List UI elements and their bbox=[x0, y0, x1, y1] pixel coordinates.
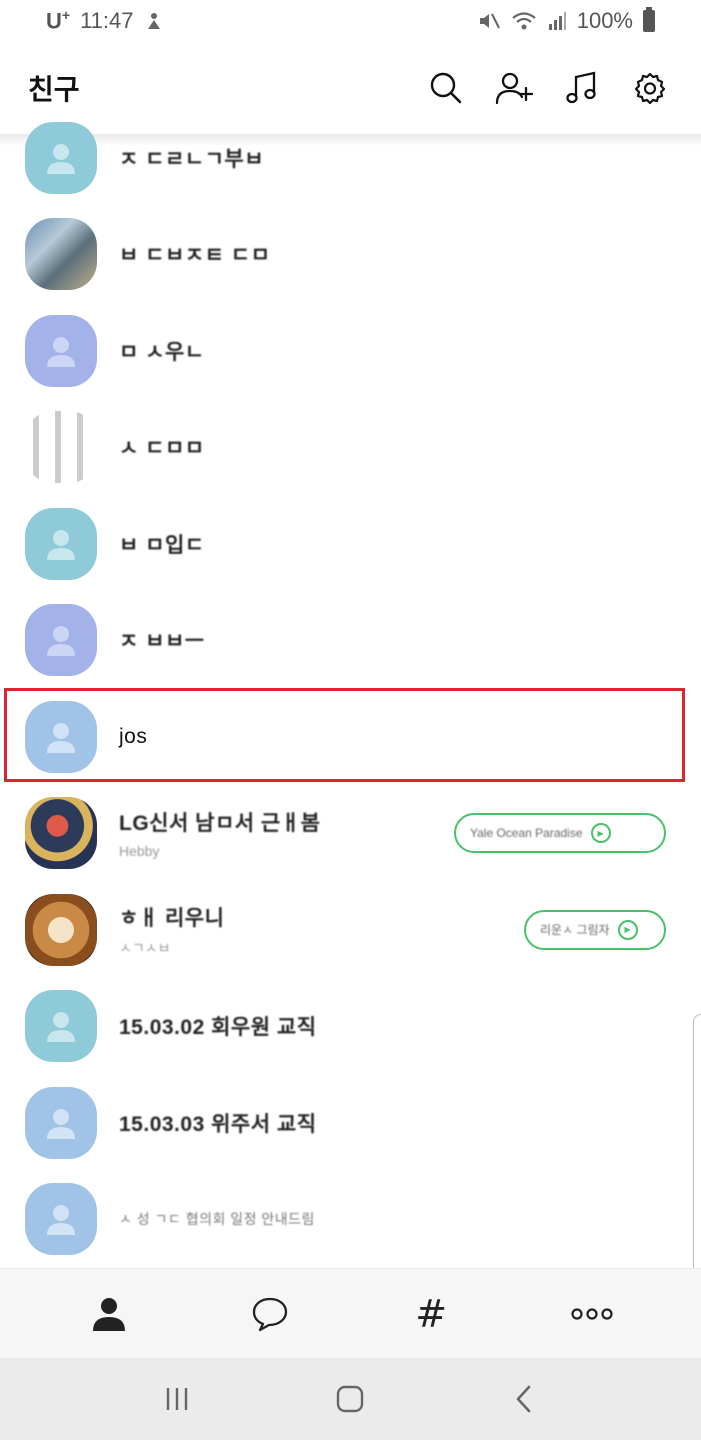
avatar bbox=[25, 507, 97, 580]
home-button[interactable] bbox=[320, 1369, 380, 1429]
default-profile-icon bbox=[47, 144, 75, 174]
friend-name: ㅂ ㄷㅂㅈㅌ ㄷㅁ bbox=[119, 244, 271, 268]
person-icon bbox=[92, 1297, 125, 1331]
avatar bbox=[25, 122, 97, 194]
search-icon bbox=[430, 72, 462, 104]
friend-status-message: ㅅㄱㅅㅂ bbox=[119, 939, 171, 956]
friend-name: ㅈ ㄷㄹㄴㄱ부ㅂ bbox=[119, 148, 265, 171]
friend-row[interactable]: ㅁ ㅅ우ㄴ bbox=[0, 303, 701, 400]
add-friend-button[interactable] bbox=[495, 69, 533, 107]
avatar bbox=[25, 797, 97, 870]
signal-icon bbox=[548, 12, 566, 30]
friend-status-message: Hebby bbox=[119, 843, 160, 860]
friend-name: ㅂ ㅁ입ㄷ bbox=[119, 533, 205, 557]
battery-icon bbox=[643, 7, 655, 32]
default-profile-icon bbox=[47, 1012, 75, 1043]
search-button[interactable] bbox=[427, 69, 465, 107]
avatar bbox=[25, 1183, 97, 1256]
chat-bubble-icon bbox=[252, 1297, 288, 1331]
settings-button[interactable] bbox=[631, 69, 669, 107]
friend-row[interactable]: ㅂ ㅁ입ㄷ bbox=[0, 496, 701, 593]
header-actions bbox=[427, 69, 673, 107]
friend-name: ㅅ 성 ㄱㄷ 협의회 일정 안내드림 bbox=[119, 1211, 315, 1228]
friend-row[interactable]: LG신서 남ㅁ서 근ㅐ봄 Hebby Yale Ocean Paradise ▶ bbox=[0, 785, 701, 882]
more-dots-icon bbox=[571, 1307, 613, 1320]
default-profile-icon bbox=[47, 1205, 75, 1236]
friend-name: ㅁ ㅅ우ㄴ bbox=[119, 340, 205, 364]
friend-row[interactable]: 15.03.02 회우원 교직 bbox=[0, 978, 701, 1075]
avatar bbox=[25, 218, 97, 291]
friend-row[interactable]: ㅂ ㄷㅂㅈㅌ ㄷㅁ bbox=[0, 206, 701, 303]
friend-row[interactable]: 15.03.03 위주서 교직 bbox=[0, 1075, 701, 1172]
tab-hashtag[interactable]: # bbox=[401, 1284, 461, 1344]
friend-row[interactable]: ㅎㅐ 리우니 ㅅㄱㅅㅂ 리운ㅅ 그림자 ▶ bbox=[0, 882, 701, 979]
default-profile-icon bbox=[47, 336, 75, 367]
system-navigation-bar bbox=[0, 1358, 701, 1440]
status-right: 100% bbox=[477, 7, 655, 34]
hashtag-icon: # bbox=[415, 1291, 448, 1336]
friend-name: ㅈ ㅂㅂㅡ bbox=[119, 630, 205, 654]
friend-name: 15.03.03 위주서 교직 bbox=[119, 1112, 317, 1136]
friend-row-jos[interactable]: jos bbox=[0, 689, 701, 786]
gear-icon bbox=[634, 72, 666, 105]
wifi-icon bbox=[512, 12, 536, 30]
avatar bbox=[25, 411, 97, 484]
friend-name: jos bbox=[119, 724, 148, 748]
default-profile-icon bbox=[47, 626, 75, 657]
music-button[interactable] bbox=[563, 69, 601, 107]
friend-list[interactable]: ㅈ ㄷㄹㄴㄱ부ㅂ ㅂ ㄷㅂㅈㅌ ㄷㅁ ㅁ ㅅ우ㄴ ㅅ ㄷㅁㅁ ㅂ ㅁ입ㄷ ㅈ ㅂ… bbox=[0, 110, 701, 1268]
notification-icon bbox=[147, 12, 160, 29]
friend-row[interactable]: ㅈ ㅂㅂㅡ bbox=[0, 592, 701, 689]
avatar bbox=[25, 604, 97, 677]
friend-row[interactable]: ㅅ 성 ㄱㄷ 협의회 일정 안내드림 bbox=[0, 1171, 701, 1268]
default-profile-icon bbox=[47, 1108, 75, 1139]
friend-row[interactable]: ㅅ ㄷㅁㅁ bbox=[0, 399, 701, 496]
avatar bbox=[25, 314, 97, 387]
fast-scroll-handle[interactable] bbox=[693, 1014, 701, 1294]
friend-name: LG신서 남ㅁ서 근ㅐ봄 bbox=[119, 812, 321, 836]
recent-apps-button[interactable] bbox=[147, 1369, 207, 1429]
recent-apps-icon bbox=[166, 1388, 188, 1410]
profile-music-button[interactable]: Yale Ocean Paradise ▶ bbox=[454, 813, 666, 854]
home-icon bbox=[337, 1385, 364, 1413]
battery-percent: 100% bbox=[576, 8, 633, 33]
tab-more[interactable] bbox=[562, 1284, 622, 1344]
profile-music-button[interactable]: 리운ㅅ 그림자 ▶ bbox=[524, 909, 666, 950]
tab-chats[interactable] bbox=[240, 1284, 300, 1344]
friend-row[interactable]: ㅈ ㄷㄹㄴㄱ부ㅂ bbox=[0, 110, 701, 206]
status-bar: U+ 11:47 100% bbox=[0, 0, 701, 42]
profile-music-title: 리운ㅅ 그림자 bbox=[540, 923, 610, 938]
back-chevron-icon bbox=[516, 1385, 531, 1413]
mute-icon bbox=[479, 13, 500, 29]
carrier-label: U+ bbox=[46, 7, 71, 34]
avatar bbox=[25, 990, 97, 1063]
avatar bbox=[25, 1086, 97, 1159]
back-button[interactable] bbox=[494, 1369, 554, 1429]
music-note-icon bbox=[566, 71, 596, 104]
play-icon: ▶ bbox=[590, 823, 611, 844]
tab-friends[interactable] bbox=[79, 1284, 139, 1344]
status-left: U+ 11:47 bbox=[46, 7, 164, 34]
default-profile-icon bbox=[47, 529, 75, 560]
friend-name: ㅅ ㄷㅁㅁ bbox=[119, 437, 205, 461]
avatar bbox=[25, 893, 97, 966]
clock: 11:47 bbox=[80, 7, 134, 33]
friend-name: 15.03.02 회우원 교직 bbox=[119, 1016, 317, 1040]
avatar bbox=[25, 700, 97, 773]
play-icon: ▶ bbox=[617, 919, 638, 940]
add-friend-icon bbox=[495, 72, 533, 105]
bottom-tab-bar: # bbox=[0, 1268, 701, 1358]
friend-name: ㅎㅐ 리우니 bbox=[119, 906, 225, 930]
profile-music-title: Yale Ocean Paradise bbox=[470, 826, 583, 841]
page-title: 친구 bbox=[28, 74, 80, 105]
default-profile-icon bbox=[47, 722, 75, 753]
